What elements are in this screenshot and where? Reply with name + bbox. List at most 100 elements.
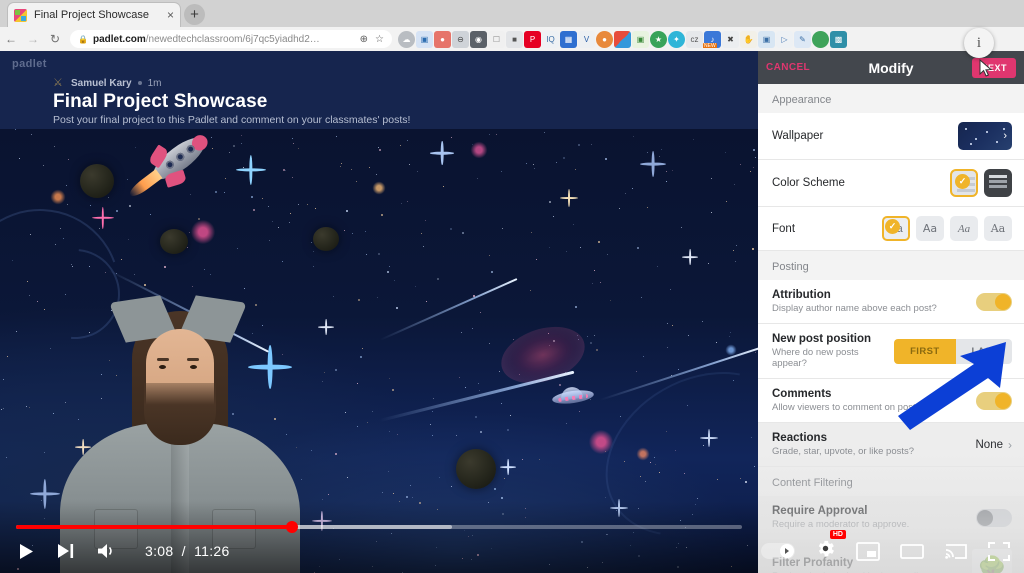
forward-icon[interactable]: →: [22, 32, 44, 46]
reactions-value[interactable]: None ›: [976, 438, 1013, 452]
time-display: 3:08 / 11:26: [145, 543, 230, 559]
extension-icon-page[interactable]: ☐: [488, 30, 505, 48]
browser-toolbar: ← → ↻ 🔒 padlet.com/newedtechclassroom/6j…: [0, 27, 1024, 77]
extension-icon-hand[interactable]: ✋: [740, 30, 757, 48]
extension-icon-colorgrid[interactable]: [614, 30, 631, 48]
autoplay-toggle[interactable]: [761, 543, 795, 559]
browser-tab[interactable]: Final Project Showcase ×: [8, 3, 180, 27]
attribution-label: Attribution: [772, 289, 831, 301]
wallpaper-thumbnail[interactable]: ›: [958, 122, 1012, 150]
share-icon[interactable]: ⊕: [360, 34, 368, 45]
fullscreen-button[interactable]: [988, 541, 1010, 561]
extension-icon-new-badge[interactable]: ♪ NEW: [703, 30, 721, 48]
reload-icon[interactable]: ↻: [44, 32, 66, 46]
address-bar[interactable]: 🔒 padlet.com/newedtechclassroom/6j7qc5yi…: [70, 30, 392, 48]
timestamp: 1m: [147, 77, 162, 89]
post-meta: ⚔ Samuel Kary 1m: [53, 77, 162, 89]
extension-icon-square[interactable]: ■: [506, 30, 523, 48]
extension-icon-green-doc[interactable]: ▣: [632, 30, 649, 48]
extension-icon-cloud[interactable]: ☁: [398, 30, 415, 48]
extension-icon-cz[interactable]: cz: [686, 30, 703, 48]
chevron-right-icon: ›: [1003, 130, 1007, 142]
avatar: ⚔: [53, 77, 63, 89]
chevron-right-icon: ›: [1008, 437, 1012, 452]
row-wallpaper[interactable]: Wallpaper ›: [758, 113, 1024, 160]
color-scheme-light-option[interactable]: ✓: [950, 169, 978, 197]
new-post-position-sublabel: Where do new posts appear?: [772, 347, 859, 369]
theater-mode-button[interactable]: [900, 542, 924, 561]
padlet-logo[interactable]: padlet: [12, 58, 47, 70]
bookmark-star-icon[interactable]: ☆: [375, 34, 384, 45]
require-approval-toggle[interactable]: [976, 508, 1012, 527]
check-icon: ✓: [885, 219, 900, 234]
padlet-page: padlet ⚔ Samuel Kary 1m Final Project Sh…: [0, 51, 758, 573]
extension-icon-teal[interactable]: ▩: [830, 30, 847, 48]
play-button[interactable]: [18, 543, 35, 560]
extension-icon-green-dot[interactable]: [812, 30, 829, 48]
row-attribution[interactable]: Attribution Display author name above ea…: [758, 280, 1024, 324]
extension-icon-v[interactable]: V: [578, 30, 595, 48]
reactions-sublabel: Grade, star, upvote, or like posts?: [772, 446, 915, 457]
row-color-scheme[interactable]: Color Scheme ✓: [758, 160, 1024, 207]
screen: Final Project Showcase × + ← → ↻ 🔒 padle…: [0, 0, 1024, 573]
extension-icon-screenshot[interactable]: ▣: [416, 30, 433, 48]
extension-toolbar: ☁ ▣ ● ⊖ ◉ ☐ ■ P IQ ▦ V ● ▣ ★ ✦ cz ♪ NEW ✖…: [392, 30, 1024, 48]
hd-quality-badge: HD: [829, 530, 846, 539]
extension-icon-play-flag[interactable]: ▷: [776, 30, 793, 48]
annotation-arrow-icon: [898, 342, 1006, 430]
profile-avatar[interactable]: i: [964, 28, 994, 58]
miniplayer-button[interactable]: [856, 541, 880, 561]
extension-icon-dark[interactable]: ◉: [470, 30, 487, 48]
section-heading-content-filtering: Content Filtering: [758, 467, 1024, 496]
back-icon[interactable]: ←: [0, 32, 22, 46]
extension-icon-blue-grid[interactable]: ▦: [560, 30, 577, 48]
separator-dot: [137, 81, 142, 85]
settings-button[interactable]: HD: [815, 530, 846, 564]
font-option-4[interactable]: Aa: [984, 216, 1012, 241]
page-subtitle: Post your final project to this Padlet a…: [53, 114, 411, 126]
planet-icon: [160, 229, 188, 254]
extension-icon-bitly[interactable]: ●: [434, 30, 451, 48]
video-stage[interactable]: 3:08 / 11:26: [0, 129, 758, 573]
extension-icon-green-circle[interactable]: ★: [650, 30, 667, 48]
gear-icon: [818, 540, 834, 557]
color-scheme-dark-option[interactable]: [984, 169, 1012, 197]
font-option-3[interactable]: Aa: [950, 216, 978, 241]
extension-icon-minus[interactable]: ⊖: [452, 30, 469, 48]
extension-icon-pinterest[interactable]: P: [524, 30, 541, 48]
extension-icon-cyan[interactable]: ✦: [668, 30, 685, 48]
player-controls: 3:08 / 11:26: [0, 529, 758, 573]
font-option-4-label: Aa: [990, 222, 1006, 235]
section-heading-posting: Posting: [758, 251, 1024, 280]
page-title: Final Project Showcase: [53, 91, 268, 112]
color-scheme-label: Color Scheme: [772, 177, 845, 189]
font-option-1[interactable]: Aa ✓: [882, 216, 910, 241]
new-post-position-label: New post position: [772, 333, 872, 345]
font-label: Font: [772, 222, 796, 235]
extension-icon-orange[interactable]: ●: [596, 30, 613, 48]
extension-icon-x[interactable]: ✖: [722, 30, 739, 48]
next-video-button[interactable]: [57, 543, 75, 559]
url-domain: padlet.com: [92, 33, 146, 45]
volume-icon[interactable]: [97, 543, 117, 559]
current-time: 3:08: [145, 543, 174, 559]
attribution-toggle[interactable]: [976, 292, 1012, 311]
close-icon[interactable]: ×: [167, 8, 174, 22]
author-name: Samuel Kary: [71, 77, 132, 89]
cancel-button[interactable]: CANCEL: [766, 62, 810, 73]
reactions-value-text: None: [975, 438, 1004, 451]
padlet-header: padlet ⚔ Samuel Kary 1m Final Project Sh…: [0, 51, 758, 129]
row-font[interactable]: Font Aa ✓ Aa Aa Aa: [758, 207, 1024, 251]
extension-icon-blue-pen[interactable]: ✎: [794, 30, 811, 48]
time-separator: /: [181, 543, 186, 559]
total-time: 11:26: [194, 543, 230, 559]
section-heading-appearance: Appearance: [758, 84, 1024, 113]
font-option-2[interactable]: Aa: [916, 216, 944, 241]
extension-icon-iq[interactable]: IQ: [542, 30, 559, 48]
require-approval-label: Require Approval: [772, 505, 868, 517]
cast-button[interactable]: [944, 542, 968, 561]
tab-title: Final Project Showcase: [34, 9, 149, 21]
new-tab-button[interactable]: +: [184, 4, 205, 25]
browser-tab-strip: Final Project Showcase × +: [0, 0, 1024, 27]
extension-icon-camera[interactable]: ▣: [758, 30, 775, 48]
